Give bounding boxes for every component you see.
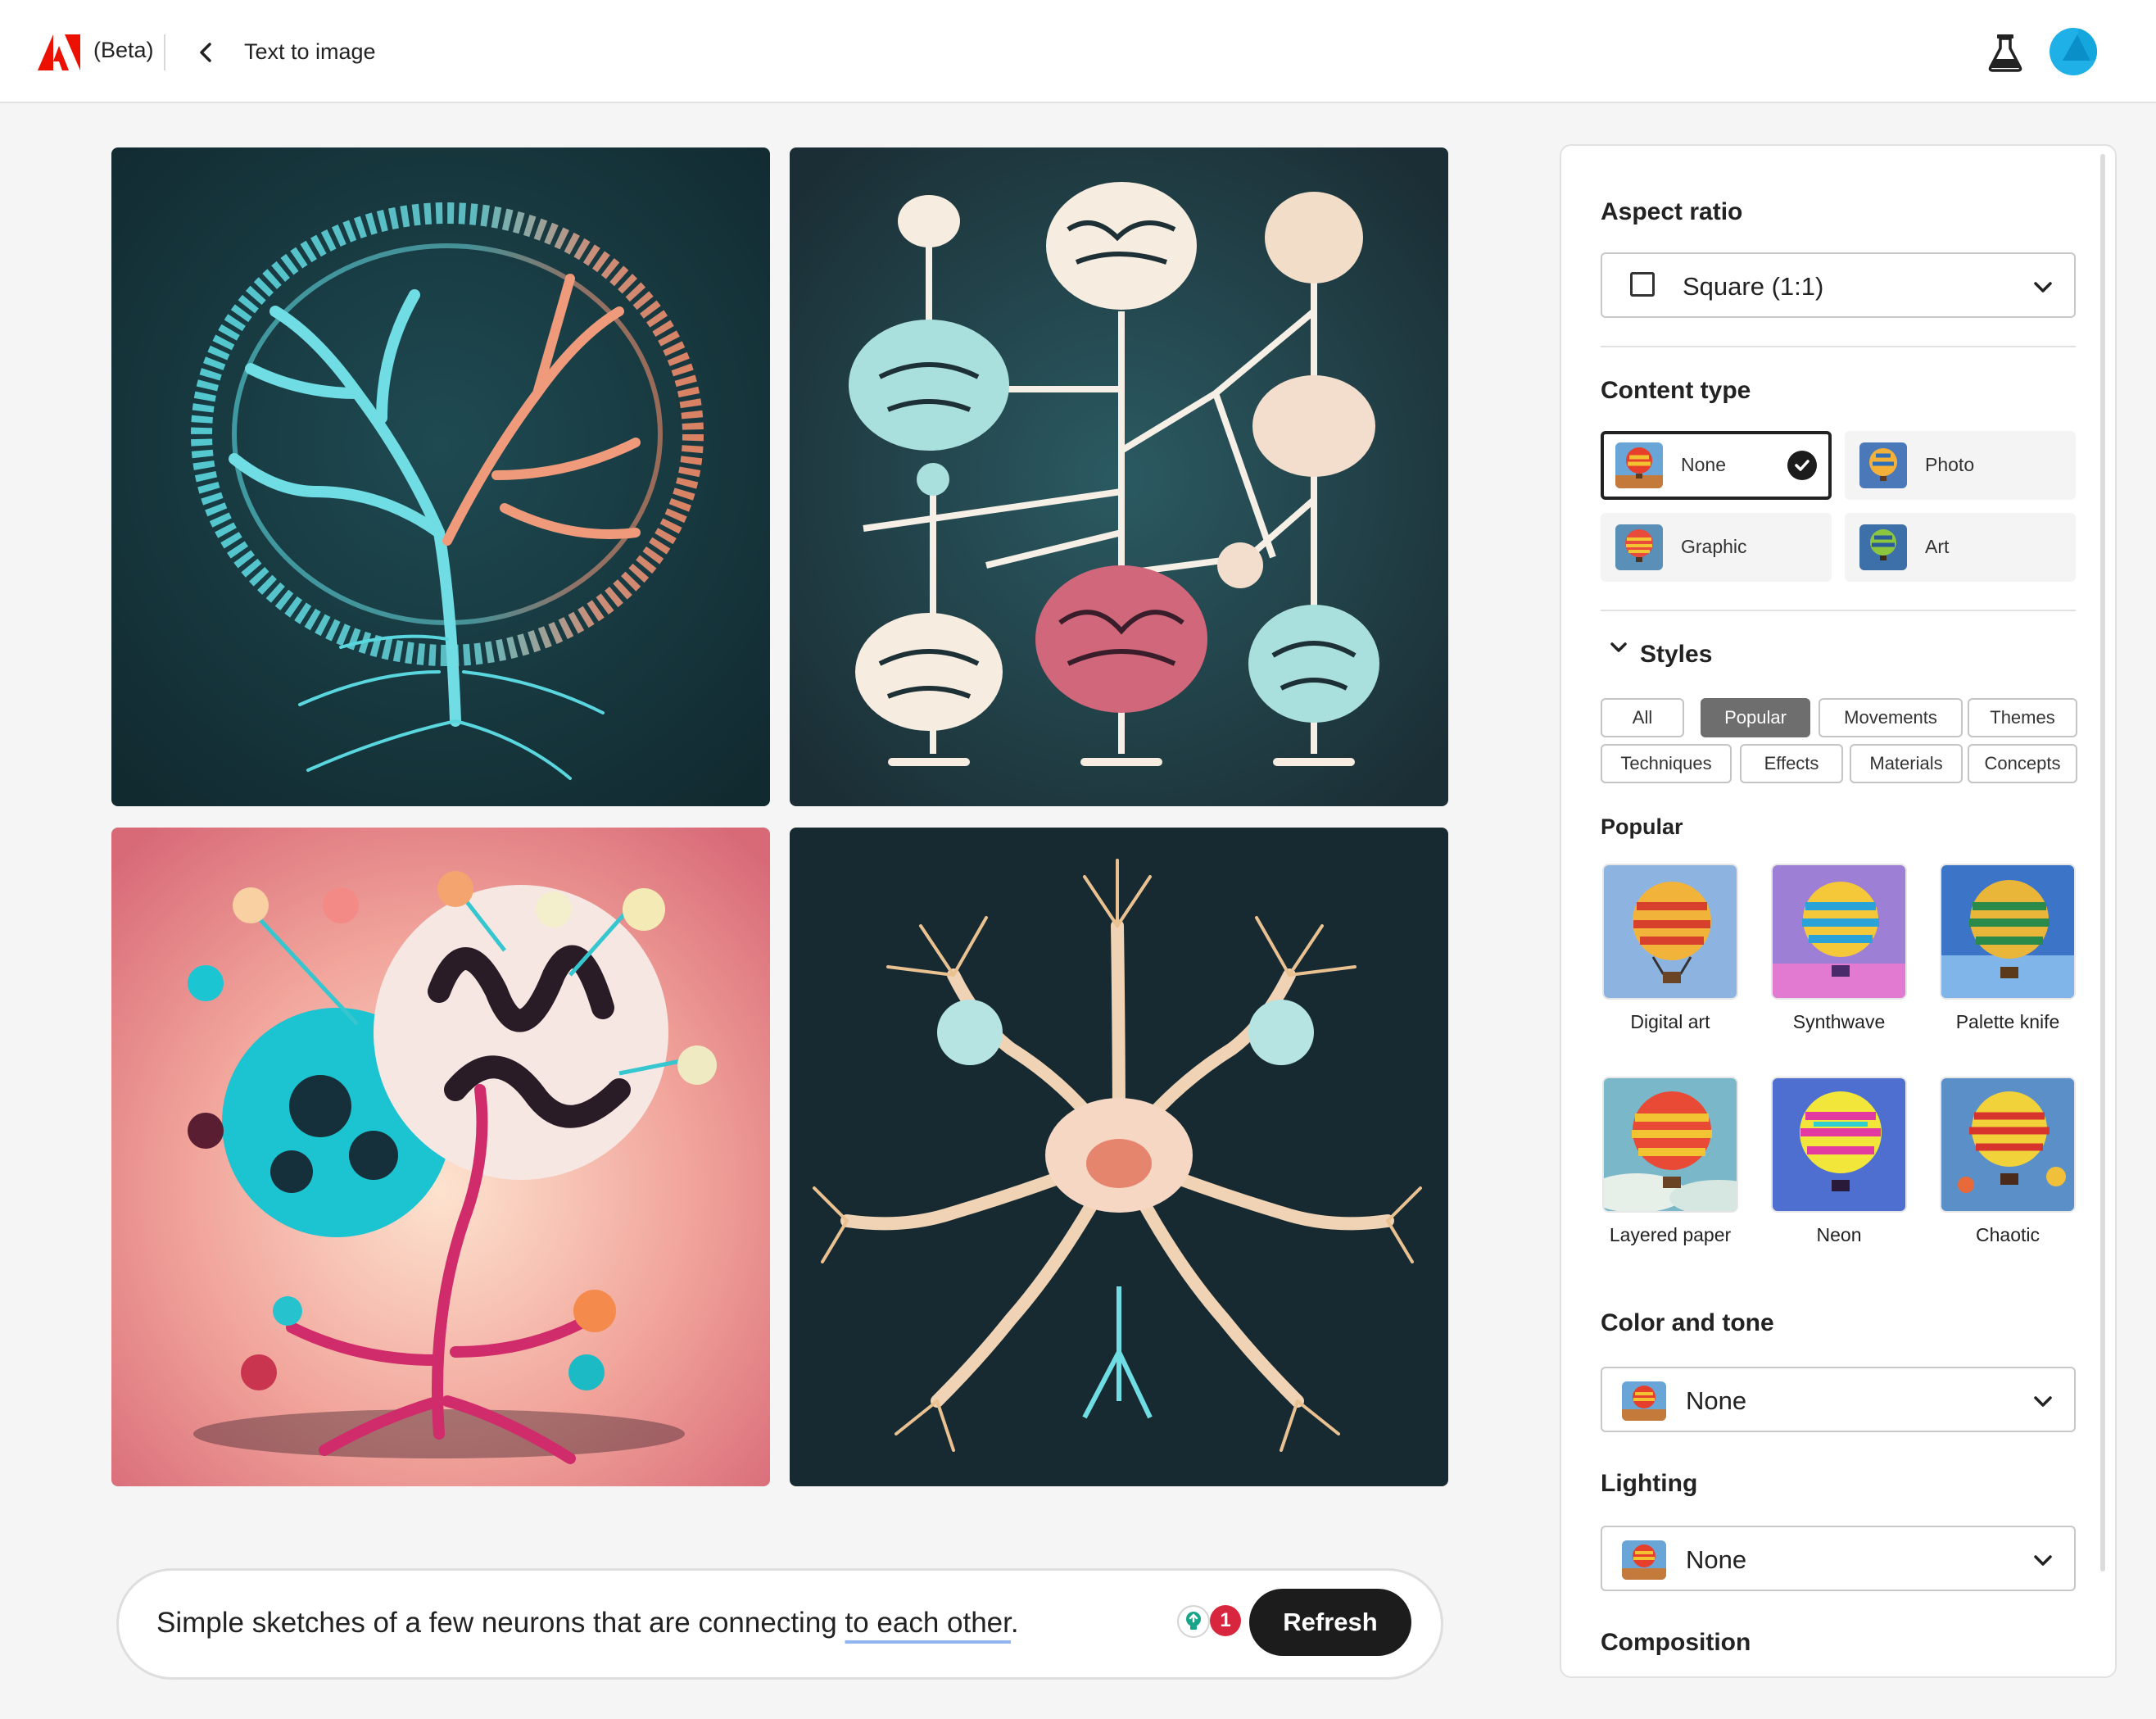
balloon-thumbnail-icon bbox=[1622, 1381, 1666, 1421]
palette-knife-thumbnail bbox=[1940, 864, 2076, 1000]
chevron-down-icon bbox=[2034, 1555, 2052, 1566]
header-divider bbox=[164, 34, 165, 70]
balloon-thumbnail-icon bbox=[1615, 524, 1663, 570]
aspect-ratio-title: Aspect ratio bbox=[1601, 198, 1743, 225]
content-type-title: Content type bbox=[1601, 377, 1751, 404]
prompt-text: Simple sketches of a few neurons that ar… bbox=[156, 1607, 845, 1639]
style-chip-all[interactable]: All bbox=[1601, 698, 1684, 737]
panel-scrollbar[interactable] bbox=[2100, 154, 2105, 1572]
avatar-graphic-icon bbox=[2063, 28, 2097, 61]
style-card-digital-art[interactable]: Digital art bbox=[1602, 864, 1738, 1033]
neon-thumbnail bbox=[1771, 1077, 1907, 1213]
balloon-thumbnail-icon bbox=[1622, 1540, 1666, 1580]
color-tone-title: Color and tone bbox=[1601, 1309, 1774, 1336]
style-chip-movements[interactable]: Movements bbox=[1819, 698, 1963, 737]
prompt-bar: Simple sketches of a few neurons that ar… bbox=[116, 1568, 1443, 1680]
style-card-palette-knife[interactable]: Palette knife bbox=[1940, 864, 2076, 1033]
generated-image-3[interactable] bbox=[111, 828, 770, 1486]
chevron-down-icon bbox=[2034, 282, 2052, 293]
style-card-label: Layered paper bbox=[1609, 1224, 1732, 1245]
content-type-label: None bbox=[1681, 454, 1726, 475]
checkmark-icon bbox=[1787, 451, 1817, 480]
styles-title[interactable]: Styles bbox=[1640, 641, 1712, 669]
balloon-thumbnail-icon bbox=[1859, 442, 1907, 488]
style-card-label: Neon bbox=[1816, 1224, 1862, 1245]
beta-label: (Beta) bbox=[93, 38, 154, 62]
generated-image-2-art bbox=[790, 147, 1448, 806]
refresh-button[interactable]: Refresh bbox=[1249, 1589, 1411, 1656]
style-card-chaotic[interactable]: Chaotic bbox=[1940, 1077, 2076, 1246]
style-chip-popular[interactable]: Popular bbox=[1701, 698, 1810, 737]
content-type-label: Graphic bbox=[1681, 536, 1747, 557]
style-card-synthwave[interactable]: Synthwave bbox=[1771, 864, 1907, 1033]
app-header: (Beta) Text to image bbox=[0, 0, 2156, 103]
aspect-ratio-dropdown[interactable]: Square (1:1) bbox=[1601, 252, 2076, 318]
generated-image-3-art bbox=[111, 828, 770, 1486]
back-button[interactable] bbox=[190, 36, 221, 69]
color-tone-dropdown[interactable]: None bbox=[1601, 1367, 2076, 1432]
content-type-graphic[interactable]: Graphic bbox=[1601, 513, 1832, 582]
style-card-label: Chaotic bbox=[1976, 1224, 2040, 1245]
lighting-dropdown[interactable]: None bbox=[1601, 1526, 2076, 1591]
style-chip-themes[interactable]: Themes bbox=[1968, 698, 2077, 737]
style-card-label: Digital art bbox=[1630, 1011, 1710, 1032]
settings-panel: Aspect ratio Square (1:1) Content type N… bbox=[1560, 144, 2117, 1678]
generated-image-4[interactable] bbox=[790, 828, 1448, 1486]
balloon-thumbnail-icon bbox=[1859, 524, 1907, 570]
user-avatar[interactable] bbox=[2050, 28, 2097, 75]
popular-title: Popular bbox=[1601, 814, 1683, 839]
style-chip-materials[interactable]: Materials bbox=[1850, 744, 1963, 783]
style-card-neon[interactable]: Neon bbox=[1771, 1077, 1907, 1246]
aspect-ratio-value: Square (1:1) bbox=[1683, 272, 1824, 301]
chevron-down-icon[interactable] bbox=[1609, 637, 1628, 657]
synthwave-thumbnail bbox=[1771, 864, 1907, 1000]
content-type-label: Photo bbox=[1925, 454, 1975, 475]
chevron-down-icon bbox=[2034, 1396, 2052, 1407]
section-divider bbox=[1601, 346, 2076, 347]
notification-badge: 1 bbox=[1210, 1605, 1241, 1636]
generated-image-1[interactable] bbox=[111, 147, 770, 806]
prompt-input[interactable]: Simple sketches of a few neurons that ar… bbox=[156, 1607, 1019, 1640]
chevron-left-icon bbox=[200, 43, 211, 62]
style-chip-concepts[interactable]: Concepts bbox=[1968, 744, 2077, 783]
generated-image-1-art bbox=[111, 147, 770, 806]
prompt-text-end: . bbox=[1010, 1607, 1019, 1639]
lighting-title: Lighting bbox=[1601, 1470, 1698, 1497]
adobe-logo-icon[interactable] bbox=[38, 34, 80, 70]
content-type-photo[interactable]: Photo bbox=[1845, 431, 2076, 500]
content-type-none[interactable]: None bbox=[1601, 431, 1832, 500]
generated-image-4-art bbox=[790, 828, 1448, 1486]
content-type-label: Art bbox=[1925, 536, 1950, 557]
credits-icon[interactable] bbox=[1177, 1605, 1210, 1638]
style-card-layered-paper[interactable]: Layered paper bbox=[1602, 1077, 1738, 1246]
lightbulb-icon bbox=[1186, 1612, 1201, 1630]
square-icon bbox=[1630, 272, 1655, 297]
prompt-spellcheck-phrase[interactable]: to each other bbox=[845, 1607, 1010, 1639]
layered-paper-thumbnail bbox=[1602, 1077, 1738, 1213]
page-title: Text to image bbox=[244, 39, 376, 64]
content-type-art[interactable]: Art bbox=[1845, 513, 2076, 582]
lighting-value: None bbox=[1686, 1545, 1747, 1574]
style-chip-effects[interactable]: Effects bbox=[1740, 744, 1843, 783]
generated-image-2[interactable] bbox=[790, 147, 1448, 806]
chaotic-thumbnail bbox=[1940, 1077, 2076, 1213]
balloon-thumbnail-icon bbox=[1615, 442, 1663, 488]
flask-icon[interactable] bbox=[1987, 33, 2023, 72]
color-tone-value: None bbox=[1686, 1386, 1747, 1415]
composition-title: Composition bbox=[1601, 1629, 1751, 1656]
digital-art-thumbnail bbox=[1602, 864, 1738, 1000]
style-card-label: Palette knife bbox=[1955, 1011, 2060, 1032]
section-divider bbox=[1601, 610, 2076, 611]
style-card-label: Synthwave bbox=[1792, 1011, 1886, 1032]
style-chip-techniques[interactable]: Techniques bbox=[1601, 744, 1732, 783]
